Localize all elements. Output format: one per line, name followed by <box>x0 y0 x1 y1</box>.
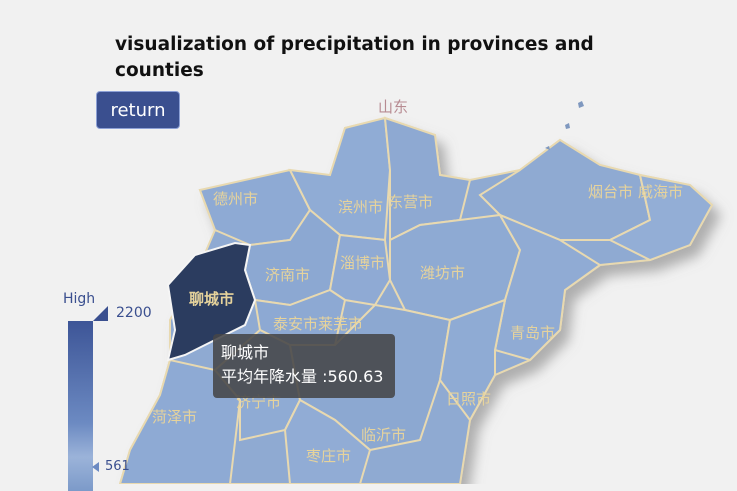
city-label-qingdao: 青岛市 <box>510 324 556 342</box>
city-label-yantai: 烟台市 <box>588 183 634 201</box>
legend-high-label: High <box>63 291 96 307</box>
legend-min-value: 561 <box>105 459 130 474</box>
legend-min-handle[interactable] <box>92 462 99 472</box>
legend-max-value: 2200 <box>116 305 152 321</box>
legend-max-handle[interactable] <box>93 306 108 321</box>
tooltip-value: 平均年降水量 :560.63 <box>221 367 384 386</box>
city-label-weihai: 威海市 <box>638 183 684 201</box>
city-label-weifang: 潍坊市 <box>420 264 466 282</box>
shandong-map <box>118 101 714 484</box>
city-label-binzhou: 滨州市 <box>338 198 384 216</box>
legend-color-bar[interactable] <box>68 321 93 491</box>
city-label-liaocheng: 聊城市 <box>189 290 235 308</box>
city-label-zaozhuang: 枣庄市 <box>306 447 352 465</box>
tooltip-city: 聊城市 <box>221 343 270 362</box>
city-label-jinan: 济南市 <box>265 266 311 284</box>
city-label-taian: 泰安市 <box>273 315 319 333</box>
province-label: 山东 <box>378 98 409 116</box>
city-label-rizhao: 日照市 <box>446 390 492 408</box>
city-label-dezhou: 德州市 <box>213 190 259 208</box>
city-label-heze: 菏泽市 <box>152 408 198 426</box>
tooltip: 聊城市 平均年降水量 :560.63 <box>213 334 395 398</box>
city-label-linyi: 临沂市 <box>361 426 407 444</box>
city-label-dongying: 东营市 <box>388 193 434 211</box>
city-label-laiwu: 莱芜市 <box>318 315 364 333</box>
city-label-zibo: 淄博市 <box>340 254 386 272</box>
